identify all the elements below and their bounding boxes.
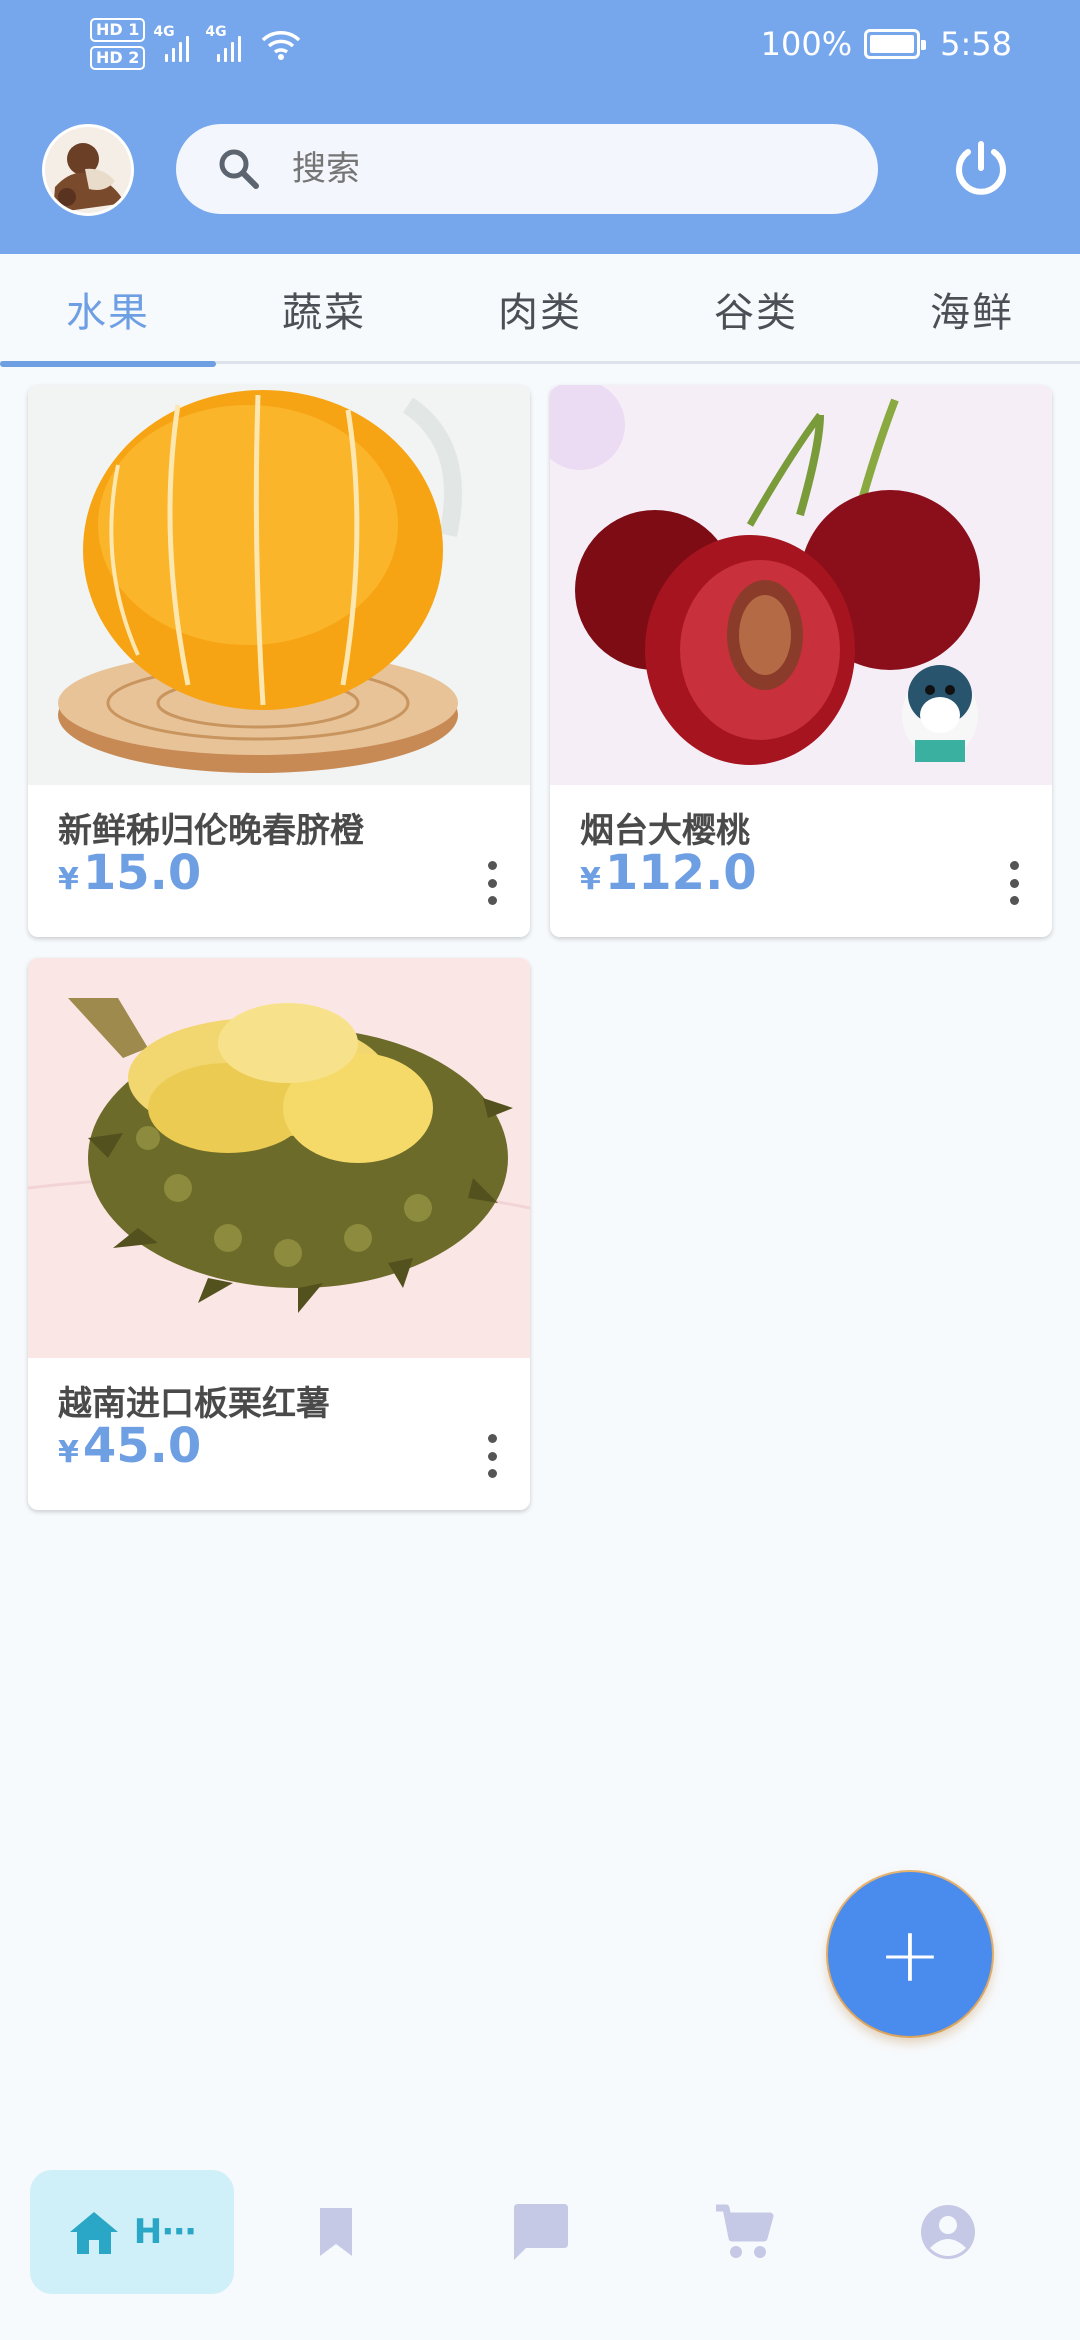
account-icon <box>921 2205 975 2259</box>
product-price: ¥ 112.0 <box>580 845 757 901</box>
category-tabs: 水果 蔬菜 肉类 谷类 海鲜 <box>0 254 1080 367</box>
status-bar: HD 1 HD 2 4G 4G 100% 5:58 <box>0 0 1080 88</box>
nav-home-label: H⋯ <box>133 2212 197 2252</box>
nav-account[interactable] <box>912 2170 984 2294</box>
status-right: 100% 5:58 <box>761 18 1012 70</box>
nav-bookmarks[interactable] <box>300 2170 372 2294</box>
home-icon <box>69 2212 118 2254</box>
cart-icon <box>716 2204 774 2258</box>
nav-cart[interactable] <box>708 2170 780 2294</box>
search-icon <box>219 149 259 189</box>
nav-home[interactable]: H⋯ <box>30 2170 234 2294</box>
product-card[interactable]: 烟台大樱桃 ¥ 112.0 <box>550 385 1052 937</box>
more-options-icon[interactable] <box>1006 861 1022 905</box>
bookmark-icon <box>320 2208 352 2256</box>
product-image-cherry <box>550 385 1052 785</box>
nav-messages[interactable] <box>505 2170 577 2294</box>
tab-fruit[interactable]: 水果 <box>0 254 216 367</box>
product-price: ¥ 45.0 <box>58 1418 201 1474</box>
power-icon[interactable] <box>946 134 1016 204</box>
add-product-button[interactable]: + <box>828 1872 992 2036</box>
signal-icon: 4G <box>205 24 242 62</box>
currency-symbol: ¥ <box>58 1435 79 1470</box>
clock: 5:58 <box>940 25 1012 63</box>
product-image-durian <box>28 958 530 1358</box>
product-price: ¥ 15.0 <box>58 845 201 901</box>
battery-percent: 100% <box>760 25 853 63</box>
product-image-orange <box>28 385 530 785</box>
status-left: HD 1 HD 2 4G 4G <box>90 14 303 74</box>
tab-seafood[interactable]: 海鲜 <box>864 254 1080 364</box>
chat-icon <box>514 2204 568 2260</box>
more-options-icon[interactable] <box>484 861 500 905</box>
search-bar[interactable] <box>176 124 878 214</box>
tab-grains[interactable]: 谷类 <box>648 254 864 364</box>
product-card[interactable]: 越南进口板栗红薯 ¥ 45.0 <box>28 958 530 1510</box>
price-amount: 112.0 <box>604 845 757 901</box>
search-input[interactable] <box>292 149 852 189</box>
signal-icon: 4G <box>153 24 190 62</box>
battery-icon <box>864 29 927 59</box>
tab-vegetables[interactable]: 蔬菜 <box>216 254 432 364</box>
app-header: HD 1 HD 2 4G 4G 100% 5:58 <box>0 0 1080 254</box>
wifi-icon <box>262 31 301 60</box>
product-card[interactable]: 新鲜秭归伦晚春脐橙 ¥ 15.0 <box>28 385 530 937</box>
sim1-badge: HD 1 <box>90 18 146 42</box>
network-type-1: 4G <box>153 24 175 40</box>
price-amount: 45.0 <box>82 1418 202 1474</box>
avatar[interactable] <box>42 124 134 216</box>
sim-indicators: HD 1 HD 2 <box>90 18 146 70</box>
currency-symbol: ¥ <box>580 862 601 897</box>
tab-meat[interactable]: 肉类 <box>432 254 648 364</box>
currency-symbol: ¥ <box>58 862 79 897</box>
more-options-icon[interactable] <box>484 1434 500 1478</box>
price-amount: 15.0 <box>82 845 202 901</box>
bottom-navigation: H⋯ <box>0 2150 1080 2340</box>
network-type-2: 4G <box>205 24 227 40</box>
sim2-badge: HD 2 <box>90 46 146 70</box>
